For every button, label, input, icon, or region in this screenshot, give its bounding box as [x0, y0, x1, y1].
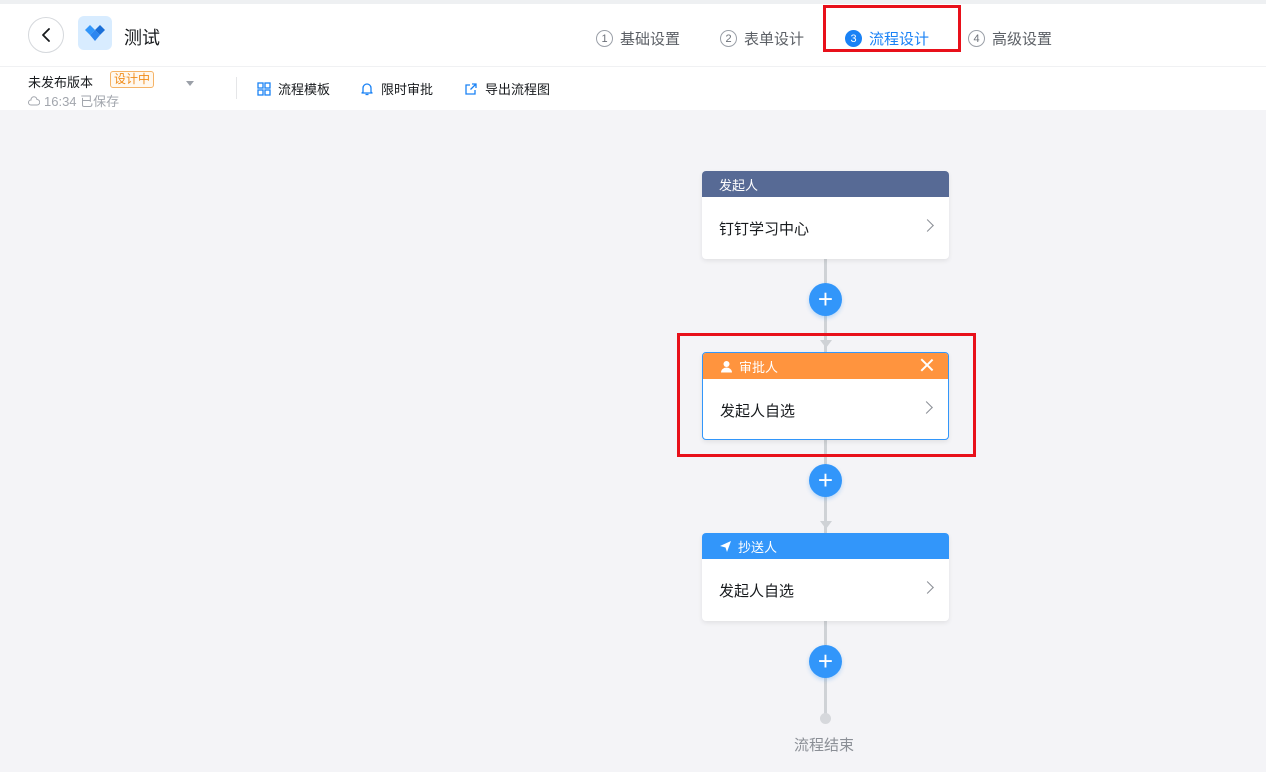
step-label: 表单设计: [744, 31, 805, 48]
add-node-button[interactable]: +: [809, 283, 842, 316]
cloud-icon: [28, 95, 40, 105]
flow-canvas: [0, 110, 1266, 772]
step-label: 基础设置: [620, 31, 681, 48]
tool-label: 流程模板: [278, 82, 331, 97]
step-form-design[interactable]: 2 表单设计: [720, 28, 804, 49]
process-template-button[interactable]: 流程模板: [257, 79, 330, 98]
node-body: 钉钉学习中心: [702, 197, 949, 259]
initiator-node[interactable]: 发起人 钉钉学习中心: [702, 171, 949, 259]
app-logo: [78, 16, 112, 50]
add-node-button[interactable]: +: [809, 645, 842, 678]
toolbar: 未发布版本 设计中 16:34 已保存 流程模板 限时审批 导出流程图: [0, 66, 1266, 110]
add-node-button[interactable]: +: [809, 464, 842, 497]
status-badge: 设计中: [110, 71, 155, 88]
export-flowchart-button[interactable]: 导出流程图: [464, 79, 550, 98]
node-title: 发起人: [719, 177, 759, 193]
version-dropdown-icon[interactable]: [186, 81, 194, 86]
toolbar-divider: [236, 77, 237, 99]
saved-status: 16:34 已保存: [28, 91, 119, 110]
step-advanced-settings[interactable]: 4 高级设置: [968, 28, 1052, 49]
tool-label: 导出流程图: [485, 82, 551, 97]
step-basic-settings[interactable]: 1 基础设置: [596, 28, 680, 49]
step-number: 2: [720, 30, 737, 47]
external-link-icon: [465, 82, 477, 95]
highlight-box-approver: [677, 333, 976, 457]
back-button[interactable]: [28, 17, 64, 53]
plus-icon: +: [817, 464, 834, 495]
node-content: 钉钉学习中心: [719, 220, 810, 238]
node-body: 发起人自选: [702, 559, 949, 621]
node-header: 抄送人: [702, 533, 949, 559]
plus-icon: +: [817, 283, 834, 314]
chevron-right-icon: [921, 581, 934, 594]
step-label: 高级设置: [992, 31, 1053, 48]
grid-icon: [257, 81, 271, 96]
plus-icon: +: [817, 645, 834, 676]
highlight-box-step: [823, 5, 961, 52]
flow-end-label: 流程结束: [794, 737, 855, 754]
node-title: 抄送人: [738, 539, 778, 555]
time-limit-approval-button[interactable]: 限时审批: [360, 79, 433, 98]
diamond-logo-icon: [85, 25, 105, 41]
cc-node[interactable]: 抄送人 发起人自选: [702, 533, 949, 621]
end-dot: [820, 713, 831, 724]
arrow-down-icon: [820, 521, 832, 529]
step-number: 1: [596, 30, 613, 47]
chevron-right-icon: [921, 219, 934, 232]
node-content: 发起人自选: [719, 582, 795, 600]
bell-icon: [361, 82, 373, 95]
tool-label: 限时审批: [381, 82, 434, 97]
step-number: 4: [968, 30, 985, 47]
saved-text: 16:34 已保存: [44, 94, 120, 109]
version-label: 未发布版本: [28, 75, 94, 90]
send-icon: [720, 540, 731, 552]
top-header: 测试 1 基础设置 2 表单设计 3 流程设计 4 高级设置: [0, 0, 1266, 66]
node-header: 发起人: [702, 171, 949, 197]
page-title: 测试: [124, 28, 160, 48]
chevron-left-icon: [42, 28, 50, 42]
